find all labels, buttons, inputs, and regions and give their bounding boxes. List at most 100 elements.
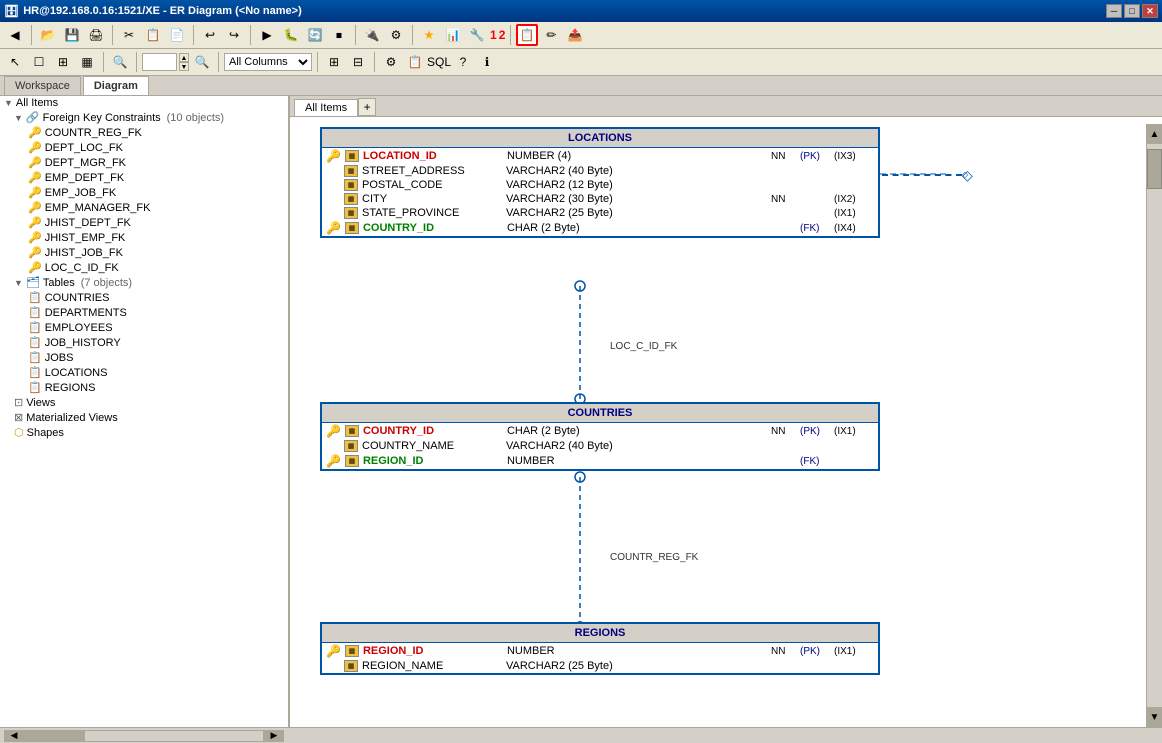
window-controls: ─ □ ✕: [1106, 4, 1158, 18]
tb-active-button[interactable]: 📋: [516, 24, 538, 46]
fk-item-dept-mgr[interactable]: 🔑 DEPT_MGR_FK: [0, 155, 288, 170]
tables-section[interactable]: ▼ 🗂 Tables (7 objects): [0, 275, 288, 290]
fk-item-jhist-job[interactable]: 🔑 JHIST_JOB_FK: [0, 245, 288, 260]
tb-monitor-button[interactable]: 📊: [442, 24, 464, 46]
fk-icon-5: 🔑: [28, 186, 42, 199]
scroll-up-btn[interactable]: ▲: [1147, 124, 1162, 144]
close-button[interactable]: ✕: [1142, 4, 1158, 18]
tb-highlight-button[interactable]: ★: [418, 24, 440, 46]
countries-row-country-id: 🔑 ▦ COUNTRY_ID CHAR (2 Byte) NN (PK) (IX…: [322, 423, 878, 439]
col-type-city: VARCHAR2 (30 Byte): [506, 193, 767, 205]
tree-root[interactable]: ▼ All Items: [0, 96, 288, 110]
tb2-table-button[interactable]: ⊞: [52, 51, 74, 73]
zoom-up[interactable]: ▲: [179, 53, 189, 62]
table-item-jobs[interactable]: 📋 JOBS: [0, 350, 288, 365]
tb-back-button[interactable]: ◀: [4, 24, 26, 46]
table-item-job-history[interactable]: 📋 JOB_HISTORY: [0, 335, 288, 350]
zoom-stepper[interactable]: ▲ ▼: [179, 53, 189, 71]
fk-icon-3: 🔑: [28, 156, 42, 169]
tb2-pointer-button[interactable]: ↖: [4, 51, 26, 73]
tb2-search-button[interactable]: 🔍: [109, 51, 131, 73]
scroll-track[interactable]: [1147, 144, 1162, 707]
tb2-box-button[interactable]: ☐: [28, 51, 50, 73]
fk-item-loc-c-id[interactable]: 🔑 LOC_C_ID_FK: [0, 260, 288, 275]
bottom-bar: ◀ ▶: [0, 727, 1162, 743]
col-type-region-id: NUMBER: [507, 455, 767, 467]
shapes-section[interactable]: ⬡ Shapes: [0, 425, 288, 440]
views-section[interactable]: ⊡ Views: [0, 395, 288, 410]
fk-icon-8: 🔑: [28, 231, 42, 244]
h-scroll-left[interactable]: ◀: [4, 730, 24, 742]
tb-cut-button[interactable]: ✂: [118, 24, 140, 46]
tb2-align-button[interactable]: ⊟: [347, 51, 369, 73]
tb2-filter-button[interactable]: ⚙: [380, 51, 402, 73]
fk-item-jhist-emp[interactable]: 🔑 JHIST_EMP_FK: [0, 230, 288, 245]
fk-icon-6: 🔑: [28, 201, 42, 214]
table-item-employees[interactable]: 📋 EMPLOYEES: [0, 320, 288, 335]
tb2-info-button[interactable]: ℹ: [476, 51, 498, 73]
tab-add-button[interactable]: +: [358, 98, 376, 116]
col-type-postal: VARCHAR2 (12 Byte): [506, 179, 767, 191]
h-scroll-track[interactable]: [24, 730, 264, 742]
diagram-canvas[interactable]: LOC_C_ID_FK COUNTR_REG_FK ◇ LOCATIONS 🔑 …: [290, 117, 1162, 727]
tb-save-button[interactable]: 💾: [61, 24, 83, 46]
tb-run-button[interactable]: ▶: [256, 24, 278, 46]
tb-copy-button[interactable]: 📋: [142, 24, 164, 46]
fk-item-emp-job[interactable]: 🔑 EMP_JOB_FK: [0, 185, 288, 200]
tb2-help-button[interactable]: ?: [452, 51, 474, 73]
tb-tools-button[interactable]: 🔧: [466, 24, 488, 46]
h-scrollbar-sidebar[interactable]: ◀ ▶: [4, 730, 284, 742]
h-scroll-right[interactable]: ▶: [264, 730, 284, 742]
tb2-zoom-fit-button[interactable]: 🔍: [191, 51, 213, 73]
h-scroll-thumb[interactable]: [25, 731, 85, 741]
fk-item-dept-loc[interactable]: 🔑 DEPT_LOC_FK: [0, 140, 288, 155]
tb-settings-button[interactable]: ⚙: [385, 24, 407, 46]
tb-redo-button[interactable]: ↪: [223, 24, 245, 46]
scroll-thumb[interactable]: [1147, 149, 1162, 189]
col-type-location-id: NUMBER (4): [507, 150, 767, 162]
col-pk-r-region-id: (PK): [800, 646, 830, 657]
fk-item-countr-reg[interactable]: 🔑 COUNTR_REG_FK: [0, 125, 288, 140]
table-item-locations[interactable]: 📋 LOCATIONS: [0, 365, 288, 380]
tb-debug-button[interactable]: 🐛: [280, 24, 302, 46]
maximize-button[interactable]: □: [1124, 4, 1140, 18]
tb-cancel-button[interactable]: ⏹: [328, 24, 350, 46]
er-table-regions: REGIONS 🔑 ▦ REGION_ID NUMBER NN (PK) (IX…: [320, 622, 880, 675]
table-item-departments[interactable]: 📋 DEPARTMENTS: [0, 305, 288, 320]
canvas-area[interactable]: All Items + LOC_C_ID_FK COUNTR_REG_FK: [290, 96, 1162, 727]
tb-paste-button[interactable]: 📄: [166, 24, 188, 46]
tb2-sql-button[interactable]: SQL: [428, 51, 450, 73]
table-icon-location-id: ▦: [345, 150, 359, 162]
tb-open-button[interactable]: 📂: [37, 24, 59, 46]
tables-expand-icon: ▼: [14, 278, 23, 288]
tb-edit-button[interactable]: ✏: [540, 24, 562, 46]
zoom-down[interactable]: ▼: [179, 62, 189, 71]
minimize-button[interactable]: ─: [1106, 4, 1122, 18]
fk-section[interactable]: ▼ 🔗 Foreign Key Constraints (10 objects): [0, 110, 288, 125]
tree-root-label: All Items: [16, 97, 58, 109]
tb2-grid-button[interactable]: ▦: [76, 51, 98, 73]
tb-undo-button[interactable]: ↩: [199, 24, 221, 46]
nav-tab-workspace[interactable]: Workspace: [4, 76, 81, 95]
nav-tab-diagram[interactable]: Diagram: [83, 76, 149, 95]
v-scrollbar[interactable]: ▲ ▼: [1146, 124, 1162, 727]
zoom-input[interactable]: 112: [142, 53, 177, 71]
tb2-view-button[interactable]: 📋: [404, 51, 426, 73]
scroll-down-btn[interactable]: ▼: [1147, 707, 1162, 727]
tab-all-items[interactable]: All Items: [294, 99, 358, 116]
tb2-auto-layout-button[interactable]: ⊞: [323, 51, 345, 73]
fk-item-emp-manager[interactable]: 🔑 EMP_MANAGER_FK: [0, 200, 288, 215]
tb-print-button[interactable]: 🖨: [85, 24, 107, 46]
col-nn-location-id: NN: [771, 151, 796, 162]
fk-item-jhist-dept[interactable]: 🔑 JHIST_DEPT_FK: [0, 215, 288, 230]
nav-tabs-bar: Workspace Diagram: [0, 76, 1162, 96]
tb-refresh-button[interactable]: 🔄: [304, 24, 326, 46]
table-item-countries[interactable]: 📋 COUNTRIES: [0, 290, 288, 305]
materialized-views-section[interactable]: ⊠ Materialized Views: [0, 410, 288, 425]
tb-connect-button[interactable]: 🔌: [361, 24, 383, 46]
table-item-regions[interactable]: 📋 REGIONS: [0, 380, 288, 395]
column-display-select[interactable]: All Columns Key Columns No Columns: [224, 53, 312, 71]
fk-item-emp-dept[interactable]: 🔑 EMP_DEPT_FK: [0, 170, 288, 185]
tb-export-button[interactable]: 📤: [564, 24, 586, 46]
step-badge-2: 2: [499, 28, 506, 42]
